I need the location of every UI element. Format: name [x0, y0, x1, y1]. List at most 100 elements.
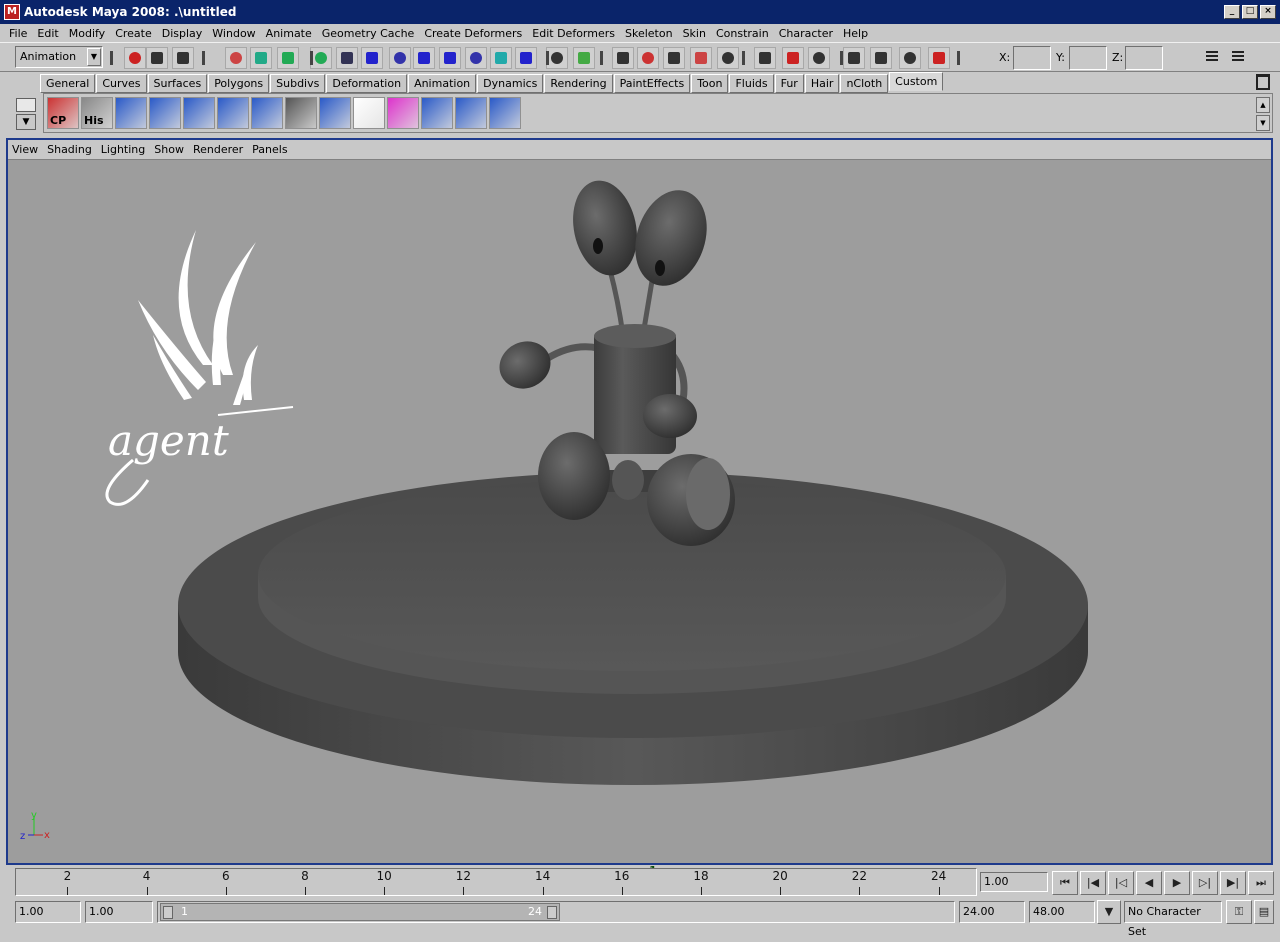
select-by-object-icon[interactable]: [250, 47, 272, 69]
magnet-icon[interactable]: [690, 47, 712, 69]
panel-menu-shading[interactable]: Shading: [47, 143, 92, 156]
x-field[interactable]: [1013, 46, 1051, 70]
tab-curves[interactable]: Curves: [96, 74, 147, 93]
ipr-icon[interactable]: [808, 47, 830, 69]
tab-dynamics[interactable]: Dynamics: [477, 74, 544, 93]
menu-file[interactable]: File: [9, 27, 27, 40]
shelf-tool-8[interactable]: [285, 97, 317, 129]
attribute-editor-toggle-icon[interactable]: [1202, 47, 1224, 69]
tab-surfaces[interactable]: Surfaces: [147, 74, 208, 93]
tab-fur[interactable]: Fur: [774, 74, 804, 93]
shelf-scroll-up-icon[interactable]: ▲: [1256, 97, 1270, 113]
menu-create-deformers[interactable]: Create Deformers: [424, 27, 522, 40]
range-slider-handle[interactable]: 1 24: [160, 903, 560, 921]
shelf-tool-3[interactable]: [115, 97, 147, 129]
tab-hair[interactable]: Hair: [804, 74, 840, 93]
playback-end-field[interactable]: 24.00: [959, 901, 1025, 923]
history-icon[interactable]: [439, 47, 461, 69]
current-time-field[interactable]: 1.00: [980, 872, 1048, 892]
trash-icon[interactable]: [1256, 74, 1270, 90]
menu-skin[interactable]: Skin: [683, 27, 706, 40]
tab-painteffects[interactable]: PaintEffects: [613, 74, 691, 93]
shelf-tool-4[interactable]: [149, 97, 181, 129]
tab-toon[interactable]: Toon: [691, 74, 729, 93]
shelf-tool-12[interactable]: [421, 97, 453, 129]
playback-start-field[interactable]: 1.00: [85, 901, 153, 923]
time-slider[interactable]: 2 4 6 8 10 12 14 16 18 20 22 24: [15, 868, 977, 896]
lock-selection-icon[interactable]: [546, 47, 568, 69]
tab-animation[interactable]: Animation: [408, 74, 477, 93]
menu-window[interactable]: Window: [212, 27, 255, 40]
menu-help[interactable]: Help: [843, 27, 868, 40]
his-button[interactable]: His: [81, 97, 113, 129]
menu-modify[interactable]: Modify: [69, 27, 105, 40]
menu-constrain[interactable]: Constrain: [716, 27, 769, 40]
auto-key-icon[interactable]: ⚿: [1226, 900, 1252, 924]
tab-polygons[interactable]: Polygons: [208, 74, 270, 93]
range-start-field[interactable]: 1.00: [15, 901, 81, 923]
panel-menu-lighting[interactable]: Lighting: [101, 143, 145, 156]
panel-menu-view[interactable]: View: [12, 143, 38, 156]
shelf-editor-button[interactable]: [16, 98, 36, 112]
select-by-component-icon[interactable]: [277, 47, 299, 69]
hypershade-icon[interactable]: [717, 47, 739, 69]
shelf-tool-11[interactable]: [387, 97, 419, 129]
menu-geometry-cache[interactable]: Geometry Cache: [322, 27, 415, 40]
menu-display[interactable]: Display: [162, 27, 203, 40]
cp-button[interactable]: CP: [47, 97, 79, 129]
character-set-field[interactable]: No Character Set: [1124, 901, 1222, 938]
panel-menu-renderer[interactable]: Renderer: [193, 143, 243, 156]
shelf-scroll-down-icon[interactable]: ▼: [1256, 115, 1270, 131]
shelf-tool-10[interactable]: [353, 97, 385, 129]
input-line-icon[interactable]: [870, 47, 892, 69]
preferences-icon[interactable]: ▤: [1254, 900, 1274, 924]
viewport-3d[interactable]: agent y z x persp1: [8, 160, 1271, 877]
range-handle-right-grip[interactable]: [547, 906, 557, 919]
tab-ncloth[interactable]: nCloth: [840, 74, 889, 93]
menu-create[interactable]: Create: [115, 27, 152, 40]
go-to-end-button[interactable]: ⏭: [1248, 871, 1274, 895]
render-settings-2-icon[interactable]: [843, 47, 865, 69]
snap-to-curve-icon[interactable]: [336, 47, 358, 69]
range-handle-left-grip[interactable]: [163, 906, 173, 919]
snap-to-grid-icon[interactable]: [310, 47, 332, 69]
highlight-selection-icon[interactable]: [573, 47, 595, 69]
go-to-start-button[interactable]: ⏮: [1052, 871, 1078, 895]
base-platform[interactable]: [178, 472, 1088, 785]
render-settings-icon[interactable]: [515, 47, 537, 69]
step-back-frame-button[interactable]: |◁: [1108, 871, 1134, 895]
shelf-tool-9[interactable]: [319, 97, 351, 129]
panel-menu-show[interactable]: Show: [154, 143, 184, 156]
minimize-button[interactable]: _: [1224, 5, 1240, 19]
absolute-transform-icon[interactable]: [928, 47, 950, 69]
tab-general[interactable]: General: [40, 74, 96, 93]
play-forward-button[interactable]: ▶: [1164, 871, 1190, 895]
shelf-menu-arrow-icon[interactable]: ▼: [16, 114, 36, 130]
render-current-icon[interactable]: [465, 47, 487, 69]
channel-box-toggle-icon[interactable]: [1228, 47, 1250, 69]
shelf-tool-14[interactable]: [489, 97, 521, 129]
menu-set-dropdown[interactable]: Animation ▼: [15, 46, 103, 68]
snap-to-view-plane-icon[interactable]: [389, 47, 411, 69]
construction-history-icon[interactable]: [663, 47, 685, 69]
save-scene-icon[interactable]: [172, 47, 194, 69]
select-by-hierarchy-icon[interactable]: [225, 47, 247, 69]
perspective-panel[interactable]: View Shading Lighting Show Renderer Panels: [6, 138, 1273, 877]
output-ops-icon[interactable]: [637, 47, 659, 69]
dropdown-icon[interactable]: [899, 47, 921, 69]
snap-to-point-icon[interactable]: [361, 47, 383, 69]
step-back-key-button[interactable]: |◀: [1080, 871, 1106, 895]
character-set-dropdown-icon[interactable]: ▼: [1097, 900, 1121, 924]
range-end-field[interactable]: 48.00: [1029, 901, 1095, 923]
shelf-tool-7[interactable]: [251, 97, 283, 129]
tab-fluids[interactable]: Fluids: [729, 74, 774, 93]
z-field[interactable]: [1125, 46, 1163, 70]
menu-skeleton[interactable]: Skeleton: [625, 27, 673, 40]
render-globals-icon[interactable]: [782, 47, 804, 69]
maximize-button[interactable]: □: [1242, 5, 1258, 19]
step-forward-key-button[interactable]: ▷|: [1192, 871, 1218, 895]
close-button[interactable]: ×: [1260, 5, 1276, 19]
new-scene-icon[interactable]: [124, 47, 146, 69]
menu-edit[interactable]: Edit: [37, 27, 58, 40]
tab-custom[interactable]: Custom: [889, 72, 944, 91]
